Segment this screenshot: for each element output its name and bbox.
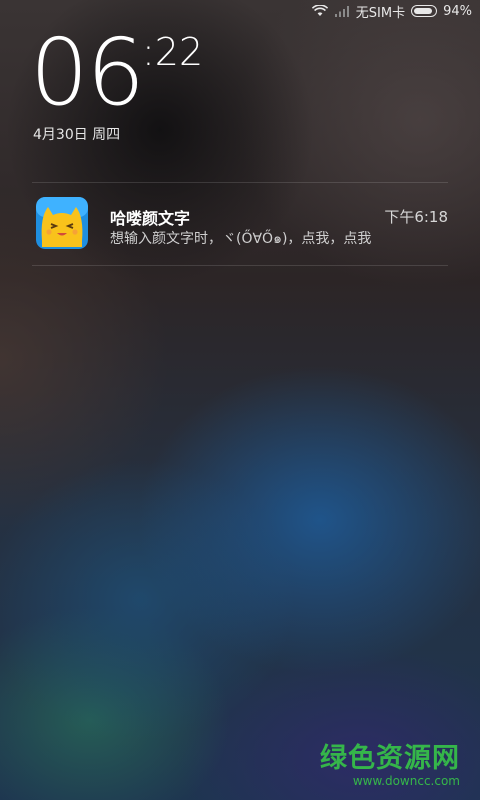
lock-screen-date: 4月30日 周四 xyxy=(33,127,121,143)
notification-body: 想输入颜文字时，ヾ(Ő∀Ő๑)，点我，点我 xyxy=(110,231,372,247)
notification-card[interactable]: 哈喽颜文字 下午6:18 想输入颜文字时，ヾ(Ő∀Ő๑)，点我，点我 xyxy=(32,183,448,265)
clock-minute: :22 xyxy=(142,30,204,74)
battery-level-fill xyxy=(414,8,433,14)
cat-face-icon xyxy=(36,197,88,249)
clock-hour: 06 xyxy=(30,19,145,126)
notification-app-title: 哈喽颜文字 xyxy=(110,209,191,228)
watermark-url: www.downcc.com xyxy=(352,774,460,788)
wifi-icon xyxy=(311,5,328,17)
signal-icon xyxy=(334,5,350,17)
watermark-name: 绿色资源网 xyxy=(320,743,460,774)
notification-divider-bottom xyxy=(32,265,448,266)
battery-icon xyxy=(411,5,438,17)
battery-percent: 94% xyxy=(443,3,472,19)
watermark: 绿色资源网 www.downcc.com xyxy=(320,743,460,789)
carrier-label: 无SIM卡 xyxy=(355,5,406,21)
notification-time: 下午6:18 xyxy=(384,208,448,226)
